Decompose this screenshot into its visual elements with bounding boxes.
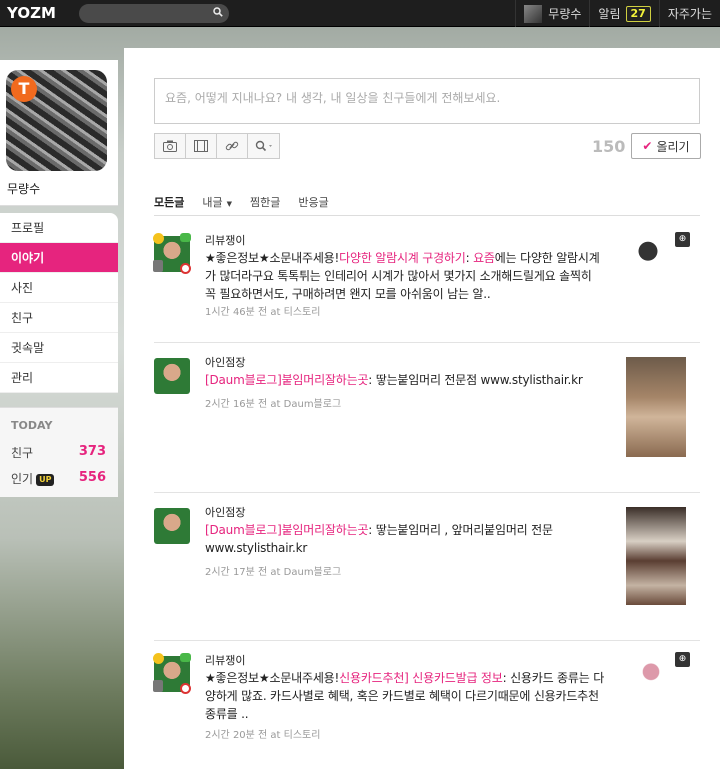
divider bbox=[154, 342, 700, 343]
search-icon[interactable] bbox=[213, 6, 223, 17]
feed-tabs: 모든글 내글 ▼ 찜한글 반응글 bbox=[154, 194, 700, 216]
avatar bbox=[524, 4, 543, 23]
zoom-icon[interactable]: ⊕ bbox=[675, 232, 690, 247]
camera-icon bbox=[163, 140, 177, 152]
nav-item-photo[interactable]: 사진 bbox=[0, 273, 118, 303]
profile-name[interactable]: 무량수 bbox=[7, 180, 40, 197]
level-badge-icon bbox=[153, 680, 163, 692]
nav-item-friends[interactable]: 친구 bbox=[0, 303, 118, 333]
camera-button[interactable] bbox=[154, 133, 185, 159]
feed-thumbnail[interactable]: ⊕ bbox=[630, 652, 690, 688]
main-panel: 요즘, 어떻게 지내나요? 내 생각, 내 일상을 친구들에게 전해보세요. 1… bbox=[124, 48, 720, 769]
tab-all[interactable]: 모든글 bbox=[154, 194, 184, 210]
avatar[interactable] bbox=[154, 508, 190, 544]
feed-text[interactable]: ★좋은정보★소문내주세용!신용카드추천] 신용카드발급 정보: 신용카드 종류는… bbox=[205, 669, 605, 723]
talk-badge-icon bbox=[180, 233, 191, 242]
tistory-badge-icon bbox=[180, 683, 191, 694]
feed-text[interactable]: ★좋은정보★소문내주세용!다양한 알람시계 구경하기: 요즘에는 다양한 알람시… bbox=[205, 249, 605, 303]
favorites-label: 자주가는 bbox=[667, 7, 712, 21]
side-nav: 프로필 이야기 사진 친구 귓속말 관리 bbox=[0, 213, 118, 393]
link-icon bbox=[225, 141, 239, 151]
feed-thumbnail[interactable] bbox=[626, 357, 686, 457]
feed-meta: 1시간 46분 전 at 티스토리 bbox=[205, 307, 321, 318]
feed-author[interactable]: 아인점장 bbox=[205, 504, 245, 520]
nav-item-profile[interactable]: 프로필 bbox=[0, 213, 118, 243]
feed-meta: 2시간 17분 전 at Daum블로그 bbox=[205, 567, 342, 578]
tistory-badge-icon bbox=[180, 263, 191, 274]
level-badge-icon bbox=[153, 260, 163, 272]
zoom-icon[interactable]: ⊕ bbox=[675, 652, 690, 667]
up-badge: UP bbox=[36, 473, 55, 486]
search-tool-button[interactable] bbox=[247, 133, 280, 159]
post-button[interactable]: ✔ 올리기 bbox=[631, 133, 701, 159]
friends-stat[interactable]: 친구 373 bbox=[11, 444, 106, 462]
top-user-menu[interactable]: 무량수 bbox=[515, 0, 589, 27]
yozm-logo[interactable]: YOZM bbox=[7, 4, 73, 22]
today-stats: TODAY 친구 373 인기 UP 556 bbox=[0, 407, 118, 497]
tab-bookmarked[interactable]: 찜한글 bbox=[250, 194, 280, 210]
nav-item-story[interactable]: 이야기 bbox=[0, 243, 118, 273]
feed-author[interactable]: 아인점장 bbox=[205, 354, 245, 370]
friends-value: 373 bbox=[78, 444, 106, 459]
feed-author[interactable]: 리뷰쟁이 bbox=[205, 232, 245, 248]
popular-label: 인기 bbox=[11, 472, 34, 486]
nav-item-whisper[interactable]: 귓속말 bbox=[0, 333, 118, 363]
tab-mine[interactable]: 내글 ▼ bbox=[202, 194, 232, 210]
feed-item: 리뷰쟁이 ★좋은정보★소문내주세용!다양한 알람시계 구경하기: 요즘에는 다양… bbox=[153, 232, 700, 322]
divider bbox=[154, 492, 700, 493]
feed-meta: 2시간 20분 전 at 티스토리 bbox=[205, 730, 321, 741]
profile-photo[interactable]: T bbox=[6, 70, 107, 171]
smile-badge-icon bbox=[153, 233, 164, 244]
popular-value: 556 bbox=[78, 470, 106, 485]
profile-card: T 무량수 bbox=[0, 60, 118, 206]
search-input[interactable] bbox=[79, 3, 229, 23]
today-title: TODAY bbox=[11, 419, 53, 432]
feed-text[interactable]: [Daum블로그]붙임머리잘하는곳: 땋는붙임머리 전문점 www.stylis… bbox=[205, 371, 605, 389]
nav-item-manage[interactable]: 관리 bbox=[0, 363, 118, 393]
post-label: 올리기 bbox=[656, 139, 690, 154]
feed-item: 아인점장 [Daum블로그]붙임머리잘하는곳: 땋는붙임머리 전문점 www.s… bbox=[154, 354, 700, 474]
favorites-menu[interactable]: 자주가는 bbox=[658, 0, 720, 27]
feed-thumbnail[interactable]: ⊕ bbox=[630, 232, 690, 264]
feed-text[interactable]: [Daum블로그]붙임머리잘하는곳: 땋는붙임머리 , 앞머리붙임머리 전문 w… bbox=[205, 521, 605, 557]
smile-badge-icon bbox=[153, 653, 164, 664]
link-button[interactable] bbox=[216, 133, 247, 159]
feed-meta: 2시간 16분 전 at Daum블로그 bbox=[205, 399, 342, 410]
alarm-count-badge: 27 bbox=[625, 5, 651, 22]
video-button[interactable] bbox=[185, 133, 216, 159]
chevron-down-icon: ▼ bbox=[226, 200, 233, 208]
divider bbox=[154, 640, 700, 641]
film-icon bbox=[194, 140, 208, 152]
alarm-button[interactable]: 알림 27 bbox=[589, 0, 658, 27]
alarm-label: 알림 bbox=[598, 7, 621, 21]
avatar[interactable] bbox=[154, 358, 190, 394]
compose-textarea[interactable]: 요즘, 어떻게 지내나요? 내 생각, 내 일상을 친구들에게 전해보세요. bbox=[154, 78, 700, 124]
tistory-badge-icon: T bbox=[11, 76, 37, 102]
feed-item: 리뷰쟁이 ★좋은정보★소문내주세용!신용카드추천] 신용카드발급 정보: 신용카… bbox=[153, 652, 700, 762]
feed-item: 아인점장 [Daum블로그]붙임머리잘하는곳: 땋는붙임머리 , 앞머리붙임머리… bbox=[154, 504, 700, 624]
compose-toolbar bbox=[154, 133, 280, 159]
search-icon bbox=[255, 140, 272, 152]
talk-badge-icon bbox=[180, 653, 191, 662]
top-user-name: 무량수 bbox=[548, 7, 582, 21]
popular-stat[interactable]: 인기 UP 556 bbox=[11, 470, 106, 488]
top-bar: YOZM 무량수 알림 27 자주가는 bbox=[0, 0, 720, 27]
tab-reactions[interactable]: 반응글 bbox=[298, 194, 328, 210]
feed-thumbnail[interactable] bbox=[626, 507, 686, 605]
char-count: 150 bbox=[592, 137, 626, 156]
feed-author[interactable]: 리뷰쟁이 bbox=[205, 652, 245, 668]
check-icon: ✔ bbox=[642, 139, 653, 153]
friends-label: 친구 bbox=[11, 446, 34, 460]
